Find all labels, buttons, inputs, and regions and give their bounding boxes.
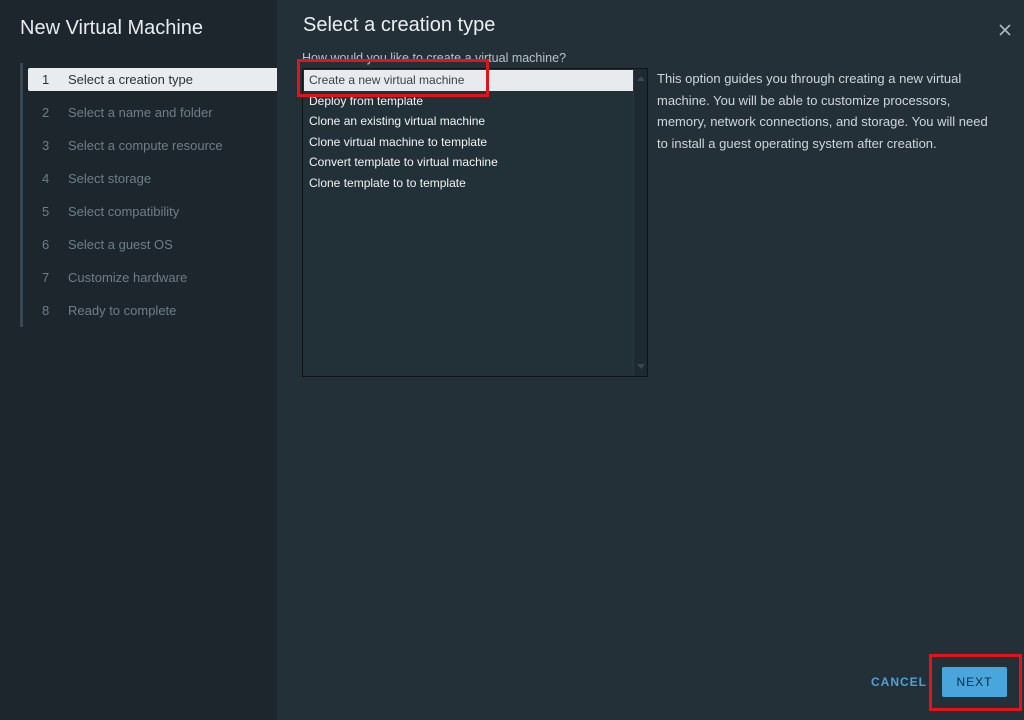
- creation-question: How would you like to create a virtual m…: [302, 51, 567, 65]
- scroll-up-icon[interactable]: [637, 76, 645, 81]
- step-number: 3: [42, 138, 50, 153]
- step-number: 1: [42, 72, 50, 87]
- close-icon[interactable]: [996, 21, 1014, 39]
- option-convert-template-to-vm[interactable]: Convert template to virtual machine: [304, 152, 633, 173]
- creation-type-list[interactable]: Create a new virtual machine Deploy from…: [302, 68, 648, 377]
- wizard-title: New Virtual Machine: [20, 17, 204, 39]
- step-number: 5: [42, 204, 50, 219]
- step-label: Customize hardware: [68, 270, 188, 285]
- step-label: Select a compute resource: [68, 138, 223, 153]
- page-title: Select a creation type: [303, 14, 496, 36]
- step-name-folder[interactable]: 2 Select a name and folder: [28, 101, 277, 134]
- option-deploy-from-template[interactable]: Deploy from template: [304, 91, 633, 112]
- option-clone-existing-vm[interactable]: Clone an existing virtual machine: [304, 111, 633, 132]
- list-scrollbar[interactable]: [633, 69, 647, 376]
- step-compatibility[interactable]: 5 Select compatibility: [28, 200, 277, 233]
- step-rail: [20, 63, 23, 327]
- step-label: Select a guest OS: [68, 237, 173, 252]
- option-description: This option guides you through creating …: [657, 71, 988, 151]
- option-create-new-vm[interactable]: Create a new virtual machine: [304, 70, 633, 91]
- step-guest-os[interactable]: 6 Select a guest OS: [28, 233, 277, 266]
- scroll-down-icon[interactable]: [637, 364, 645, 369]
- step-storage[interactable]: 4 Select storage: [28, 167, 277, 200]
- step-creation-type[interactable]: 1 Select a creation type: [28, 68, 277, 91]
- step-label: Select compatibility: [68, 204, 180, 219]
- step-ready-to-complete[interactable]: 8 Ready to complete: [28, 299, 277, 332]
- step-customize-hardware[interactable]: 7 Customize hardware: [28, 266, 277, 299]
- step-compute-resource[interactable]: 3 Select a compute resource: [28, 134, 277, 167]
- step-label: Select a name and folder: [68, 105, 213, 120]
- step-number: 4: [42, 171, 50, 186]
- step-label: Select storage: [68, 171, 152, 186]
- step-number: 7: [42, 270, 50, 285]
- wizard-steps: 1 Select a creation type 2 Select a name…: [28, 68, 277, 332]
- step-number: 2: [42, 105, 50, 120]
- step-label: Ready to complete: [68, 303, 177, 318]
- option-clone-template-to-template[interactable]: Clone template to to template: [304, 173, 633, 194]
- step-label: Select a creation type: [68, 72, 194, 87]
- next-button[interactable]: NEXT: [942, 667, 1007, 697]
- step-number: 6: [42, 237, 50, 252]
- cancel-button[interactable]: CANCEL: [862, 670, 936, 694]
- wizard-sidebar: New Virtual Machine 1 Select a creation …: [0, 0, 277, 720]
- step-number: 8: [42, 303, 50, 318]
- option-clone-vm-to-template[interactable]: Clone virtual machine to template: [304, 132, 633, 153]
